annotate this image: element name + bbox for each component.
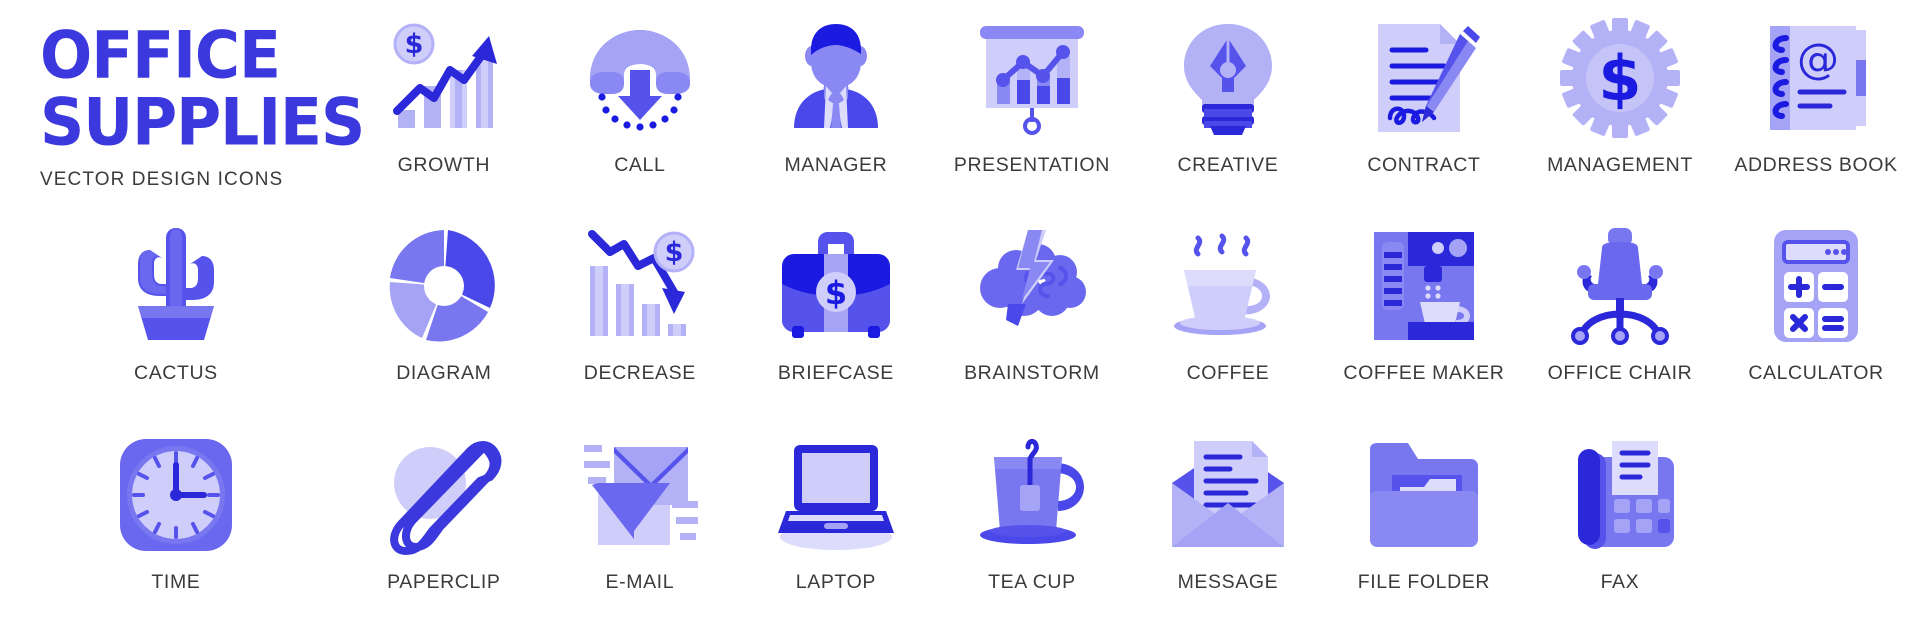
caption-briefcase: BRIEFCASE [777,362,894,385]
brand-title-block: OFFICE SUPPLIES VECTOR DESIGN ICONS [6,8,365,216]
paperclip-icon [384,425,504,565]
caption-email: E-MAIL [605,570,675,593]
management-icon: $ [1559,8,1680,148]
icon-cell-file-folder[interactable]: FILE FOLDER [1326,425,1522,633]
office-chair-icon [1560,216,1680,356]
icon-cell-paperclip[interactable]: PAPERCLIP [346,425,542,633]
icon-cell-address-book[interactable]: @ ADDRESS BOOK [1718,8,1914,216]
caption-message: MESSAGE [1177,570,1279,593]
address-book-icon: @ [1756,8,1876,148]
svg-text:$: $ [404,29,423,60]
tea-cup-icon [972,425,1092,565]
icon-cell-decrease[interactable]: $ DECREASE [542,216,738,424]
icon-cell-email[interactable]: E-MAIL [542,425,738,633]
presentation-icon [972,8,1092,148]
caption-cactus: CACTUS [134,362,218,385]
icon-cell-brainstorm[interactable]: BRAINSTORM [934,216,1130,424]
icon-cell-time[interactable]: TIME [6,425,346,633]
laptop-icon [776,425,896,565]
svg-text:$: $ [664,237,683,268]
icon-sheet: OFFICE SUPPLIES VECTOR DESIGN ICONS $ GR… [0,0,1920,643]
creative-icon [1168,8,1288,148]
caption-contract: CONTRACT [1367,154,1481,176]
icon-cell-manager[interactable]: MANAGER [738,8,934,216]
coffee-maker-icon [1364,216,1484,356]
icon-cell-briefcase[interactable]: $ BRIEFCASE [738,216,934,424]
caption-diagram: DIAGRAM [396,362,492,385]
decrease-icon: $ [580,216,700,356]
calculator-icon [1756,216,1876,356]
caption-decrease: DECREASE [583,362,696,385]
caption-fax: FAX [1600,570,1640,593]
coffee-icon [1168,216,1288,356]
brand-subtitle: VECTOR DESIGN ICONS [40,168,284,190]
caption-management: MANAGEMENT [1547,154,1693,176]
icon-cell-management[interactable]: $ MANAGEMENT [1522,8,1718,216]
caption-call: CALL [614,154,666,176]
briefcase-icon: $ [776,216,896,356]
manager-icon [776,8,896,148]
call-icon [580,8,700,148]
caption-tea-cup: TEA CUP [988,570,1076,593]
caption-coffee-maker: COFFEE MAKER [1343,362,1505,385]
caption-calculator: CALCULATOR [1748,362,1884,385]
caption-time: TIME [151,570,201,593]
email-icon [580,425,700,565]
caption-manager: MANAGER [784,154,888,176]
message-icon [1168,425,1288,565]
icon-cell-tea-cup[interactable]: TEA CUP [934,425,1130,633]
icon-grid: OFFICE SUPPLIES VECTOR DESIGN ICONS $ GR… [0,0,1920,643]
caption-brainstorm: BRAINSTORM [964,362,1100,385]
caption-creative: CREATIVE [1177,154,1279,176]
fax-icon [1560,425,1680,565]
icon-cell-coffee[interactable]: COFFEE [1130,216,1326,424]
icon-cell-message[interactable]: MESSAGE [1130,425,1326,633]
svg-text:@: @ [1797,34,1839,83]
caption-paperclip: PAPERCLIP [387,570,501,593]
icon-cell-contract[interactable]: CONTRACT [1326,8,1522,216]
svg-text:$: $ [825,274,847,312]
icon-cell-creative[interactable]: CREATIVE [1130,8,1326,216]
icon-cell-calculator[interactable]: CALCULATOR [1718,216,1914,424]
contract-icon [1364,8,1484,148]
caption-file-folder: FILE FOLDER [1357,570,1491,593]
icon-cell-laptop[interactable]: LAPTOP [738,425,934,633]
diagram-icon [384,216,504,356]
caption-office-chair: OFFICE CHAIR [1547,362,1693,385]
caption-coffee: COFFEE [1186,362,1270,385]
caption-laptop: LAPTOP [795,570,876,593]
icon-cell-call[interactable]: CALL [542,8,738,216]
caption-address-book: ADDRESS BOOK [1734,154,1898,176]
title-line-1: OFFICE [40,17,281,94]
icon-cell-office-chair[interactable]: OFFICE CHAIR [1522,216,1718,424]
icon-cell-coffee-maker[interactable]: COFFEE MAKER [1326,216,1522,424]
cactus-icon [116,216,236,356]
icon-cell-diagram[interactable]: DIAGRAM [346,216,542,424]
svg-text:$: $ [1598,42,1641,115]
growth-icon: $ [384,8,504,148]
icon-cell-presentation[interactable]: PRESENTATION [934,8,1130,216]
caption-growth: GROWTH [397,154,491,176]
title-line-2: SUPPLIES [40,84,365,161]
icon-cell-growth[interactable]: $ GROWTH [346,8,542,216]
brainstorm-icon [972,216,1092,356]
caption-presentation: PRESENTATION [953,154,1110,176]
icon-cell-cactus[interactable]: CACTUS [6,216,346,424]
icon-cell-fax[interactable]: FAX [1522,425,1718,633]
clock-icon [116,425,236,565]
file-folder-icon [1364,425,1484,565]
